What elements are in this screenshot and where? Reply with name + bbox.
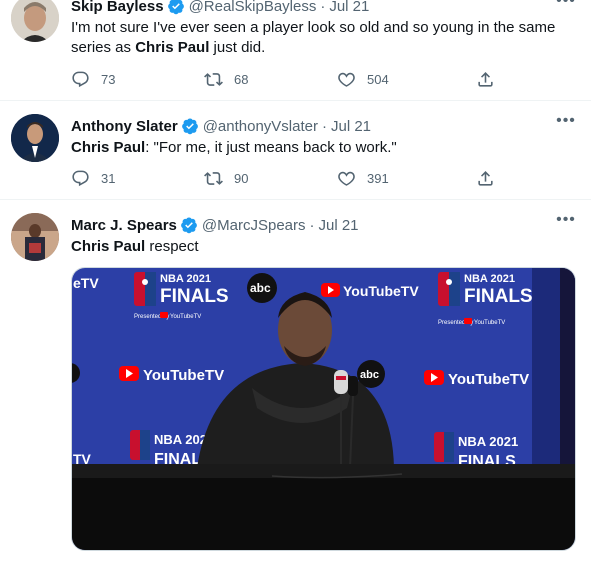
retweet-count: 90 [234, 170, 249, 186]
svg-text:NBA 2021: NBA 2021 [160, 273, 211, 285]
like-button[interactable]: 391 [337, 169, 389, 188]
separator-dot: · [320, 0, 326, 15]
mention-chris-paul: Chris Paul [71, 139, 146, 156]
more-options-icon[interactable]: ••• [555, 112, 577, 132]
author-name[interactable]: Skip Bayless [71, 0, 164, 15]
mention-chris-paul: Chris Paul [71, 238, 146, 255]
reply-count: 73 [101, 71, 116, 87]
retweet-icon [204, 171, 223, 185]
avatar[interactable] [11, 213, 59, 261]
verified-icon [167, 0, 184, 15]
avatar-skip-image [11, 0, 59, 42]
partial-sponsor-text: eTV [73, 275, 99, 291]
like-count: 391 [367, 170, 389, 186]
avatar-slater-image [11, 114, 59, 162]
svg-text:NBA 2021: NBA 2021 [464, 273, 515, 285]
tweet-skip-bayless[interactable]: Skip Bayless @RealSkipBayless · Jul 21 •… [0, 0, 591, 101]
reply-button[interactable]: 73 [71, 70, 115, 89]
retweet-count: 68 [234, 71, 249, 87]
like-button[interactable]: 504 [337, 70, 389, 89]
svg-text:YouTubeTV: YouTubeTV [143, 367, 224, 384]
svg-text:YouTubeTV: YouTubeTV [474, 320, 505, 326]
verified-icon [181, 118, 198, 135]
abc-logo: abc [247, 273, 277, 303]
svg-text:NBA 2021: NBA 2021 [458, 434, 518, 449]
like-count: 504 [367, 71, 389, 87]
author-handle[interactable]: @anthonyVslater [203, 118, 318, 135]
more-options-icon[interactable]: ••• [555, 211, 577, 231]
svg-text:YouTubeTV: YouTubeTV [170, 314, 201, 320]
tweet-anthony-slater[interactable]: Anthony Slater @anthonyVslater · Jul 21 … [0, 101, 591, 200]
author-handle[interactable]: @RealSkipBayless [189, 0, 317, 15]
retweet-icon [204, 72, 223, 86]
separator-dot: · [321, 117, 327, 135]
svg-text:abc: abc [360, 369, 379, 381]
tweet-date[interactable]: Jul 21 [329, 0, 369, 15]
retweet-button[interactable]: 90 [204, 169, 248, 188]
tweet-date[interactable]: Jul 21 [319, 217, 359, 234]
tweet-text: Chris Paul respect [71, 238, 199, 255]
tweet-photo[interactable]: eTV NBA 2021 FINALS Presented by YouTube… [71, 267, 576, 551]
youtube-tv-logo: YouTubeTV [321, 283, 419, 299]
more-options-icon[interactable]: ••• [555, 0, 577, 12]
author-handle[interactable]: @MarcJSpears [202, 217, 306, 234]
share-icon [478, 71, 493, 87]
press-conference-image: eTV NBA 2021 FINALS Presented by YouTube… [72, 268, 575, 550]
svg-text:FINALS: FINALS [464, 286, 533, 307]
tweet-text: Chris Paul: "For me, it just means back … [71, 139, 397, 156]
verified-icon [181, 217, 197, 234]
reply-count: 31 [101, 170, 116, 186]
mention-chris-paul: Chris Paul [135, 39, 210, 56]
svg-text:YouTubeTV: YouTubeTV [343, 283, 419, 299]
separator-dot: · [309, 216, 315, 234]
share-button[interactable] [476, 169, 495, 188]
avatar[interactable] [11, 114, 59, 162]
author-name[interactable]: Anthony Slater [71, 118, 178, 135]
heart-icon [338, 171, 355, 186]
heart-icon [338, 72, 355, 87]
tweet-text: I'm not sure I've ever seen a player loo… [71, 19, 556, 56]
svg-text:FINALS: FINALS [160, 286, 229, 307]
share-icon [478, 170, 493, 186]
author-name[interactable]: Marc J. Spears [71, 217, 177, 234]
reply-button[interactable]: 31 [71, 169, 115, 188]
svg-text:YouTubeTV: YouTubeTV [448, 371, 529, 388]
share-button[interactable] [476, 70, 495, 89]
reply-icon [72, 170, 89, 186]
retweet-button[interactable]: 68 [204, 70, 248, 89]
avatar-spears-image [11, 213, 59, 261]
reply-icon [72, 71, 89, 87]
tweet-date[interactable]: Jul 21 [331, 118, 371, 135]
avatar[interactable] [11, 0, 59, 42]
svg-text:abc: abc [250, 281, 271, 295]
